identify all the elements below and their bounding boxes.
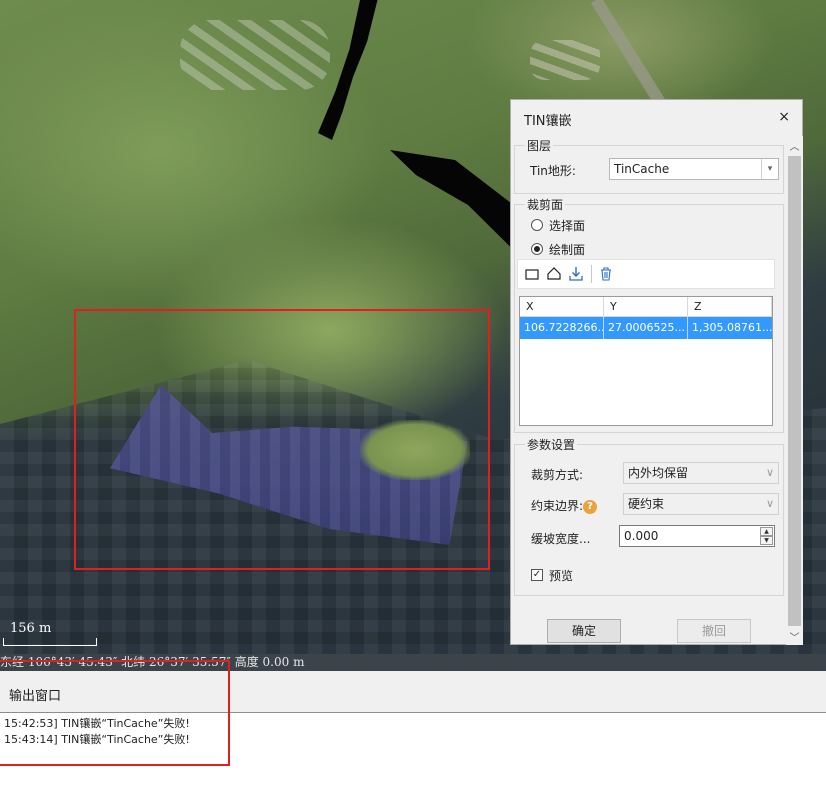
cell-z[interactable]: 1,305.08761... (688, 317, 772, 339)
terrain-village-texture (180, 20, 330, 90)
delete-icon[interactable] (598, 266, 614, 282)
radio-select-surface-circle[interactable] (531, 219, 543, 231)
radio-draw-surface-label: 绘制面 (549, 243, 586, 257)
clip-mode-select[interactable]: 内外均保留 ∨ (623, 462, 779, 484)
draw-toolbar (517, 259, 775, 289)
column-header-y[interactable]: Y (604, 297, 688, 317)
constraint-boundary-label: 约束边界:? (531, 497, 598, 514)
toolbar-separator (591, 265, 592, 283)
clip-mode-label: 裁剪方式: (531, 468, 584, 482)
dialog-title: TIN镶嵌 (524, 114, 572, 129)
slope-width-input[interactable]: 0.000 ▲ ▼ (619, 525, 775, 547)
radio-draw-surface[interactable]: 绘制面 (531, 241, 651, 257)
terrain-gap (390, 150, 520, 250)
radio-draw-surface-circle[interactable] (531, 243, 543, 255)
cell-x[interactable]: 106.7228266... (520, 317, 604, 339)
constraint-boundary-value: 硬约束 (628, 497, 665, 511)
cell-y[interactable]: 27.0006525... (604, 317, 688, 339)
column-header-z[interactable]: Z (688, 297, 772, 317)
preview-checkbox-row[interactable]: ✓ 预览 (531, 567, 611, 583)
preview-label: 预览 (549, 569, 574, 583)
table-row[interactable]: 106.7228266... 27.0006525... 1,305.08761… (520, 317, 772, 339)
spin-up-icon[interactable]: ▲ (760, 527, 773, 536)
scrollbar-thumb[interactable] (788, 156, 801, 626)
params-group-title: 参数设置 (525, 436, 578, 453)
column-header-x[interactable]: X (520, 297, 604, 317)
radio-select-surface-label: 选择面 (549, 219, 586, 233)
clip-mode-value: 内外均保留 (628, 466, 689, 480)
params-group: 参数设置 裁剪方式: 内外均保留 ∨ 约束边界:? 硬约束 ∨ 缓坡宽度... … (514, 436, 784, 596)
scale-bar: 156 m (3, 616, 98, 648)
scale-label: 156 m (10, 621, 52, 636)
polygon-icon[interactable] (546, 266, 562, 282)
tin-terrain-label: Tin地形: (530, 164, 576, 178)
highlight-box-output (0, 660, 230, 766)
ok-button[interactable]: 确定 (547, 619, 621, 643)
chevron-down-icon[interactable]: ▾ (761, 159, 778, 179)
slope-width-label: 缓坡宽度... (531, 532, 591, 546)
preview-checkbox[interactable]: ✓ (531, 569, 543, 581)
rectangle-icon[interactable] (524, 266, 540, 282)
chevron-down-icon[interactable]: ∨ (762, 494, 778, 514)
tin-terrain-select[interactable]: TinCache ▾ (609, 158, 779, 180)
layer-group-title: 图层 (525, 137, 554, 154)
terrain-gap (318, 0, 378, 140)
highlight-box-scene (74, 309, 490, 570)
chevron-down-icon[interactable]: ∨ (762, 463, 778, 483)
constraint-boundary-text: 约束边界: (531, 499, 584, 513)
spin-down-icon[interactable]: ▼ (760, 536, 773, 545)
scale-line (3, 638, 97, 646)
layer-group: 图层 Tin地形: TinCache ▾ (514, 137, 784, 194)
tin-terrain-value: TinCache (614, 162, 670, 176)
close-icon[interactable]: × (778, 109, 790, 125)
clip-surface-group-title: 裁剪面 (525, 196, 566, 213)
tin-mosaic-dialog: TIN镶嵌 × 图层 Tin地形: TinCache ▾ 裁剪面 选择面 绘制面 (510, 99, 803, 645)
terrain-village-texture (530, 40, 600, 80)
radio-select-surface[interactable]: 选择面 (531, 217, 651, 233)
slope-width-value: 0.000 (624, 529, 659, 543)
dialog-scrollbar[interactable]: ︿ ﹀ (786, 136, 803, 645)
scroll-down-icon[interactable]: ﹀ (786, 629, 803, 644)
constraint-boundary-select[interactable]: 硬约束 ∨ (623, 493, 779, 515)
help-icon[interactable]: ? (583, 499, 598, 514)
vertex-table[interactable]: X Y Z 106.7228266... 27.0006525... 1,305… (519, 296, 773, 426)
undo-button[interactable]: 撤回 (677, 619, 751, 643)
scroll-up-icon[interactable]: ︿ (786, 138, 803, 153)
import-icon[interactable] (568, 266, 584, 282)
